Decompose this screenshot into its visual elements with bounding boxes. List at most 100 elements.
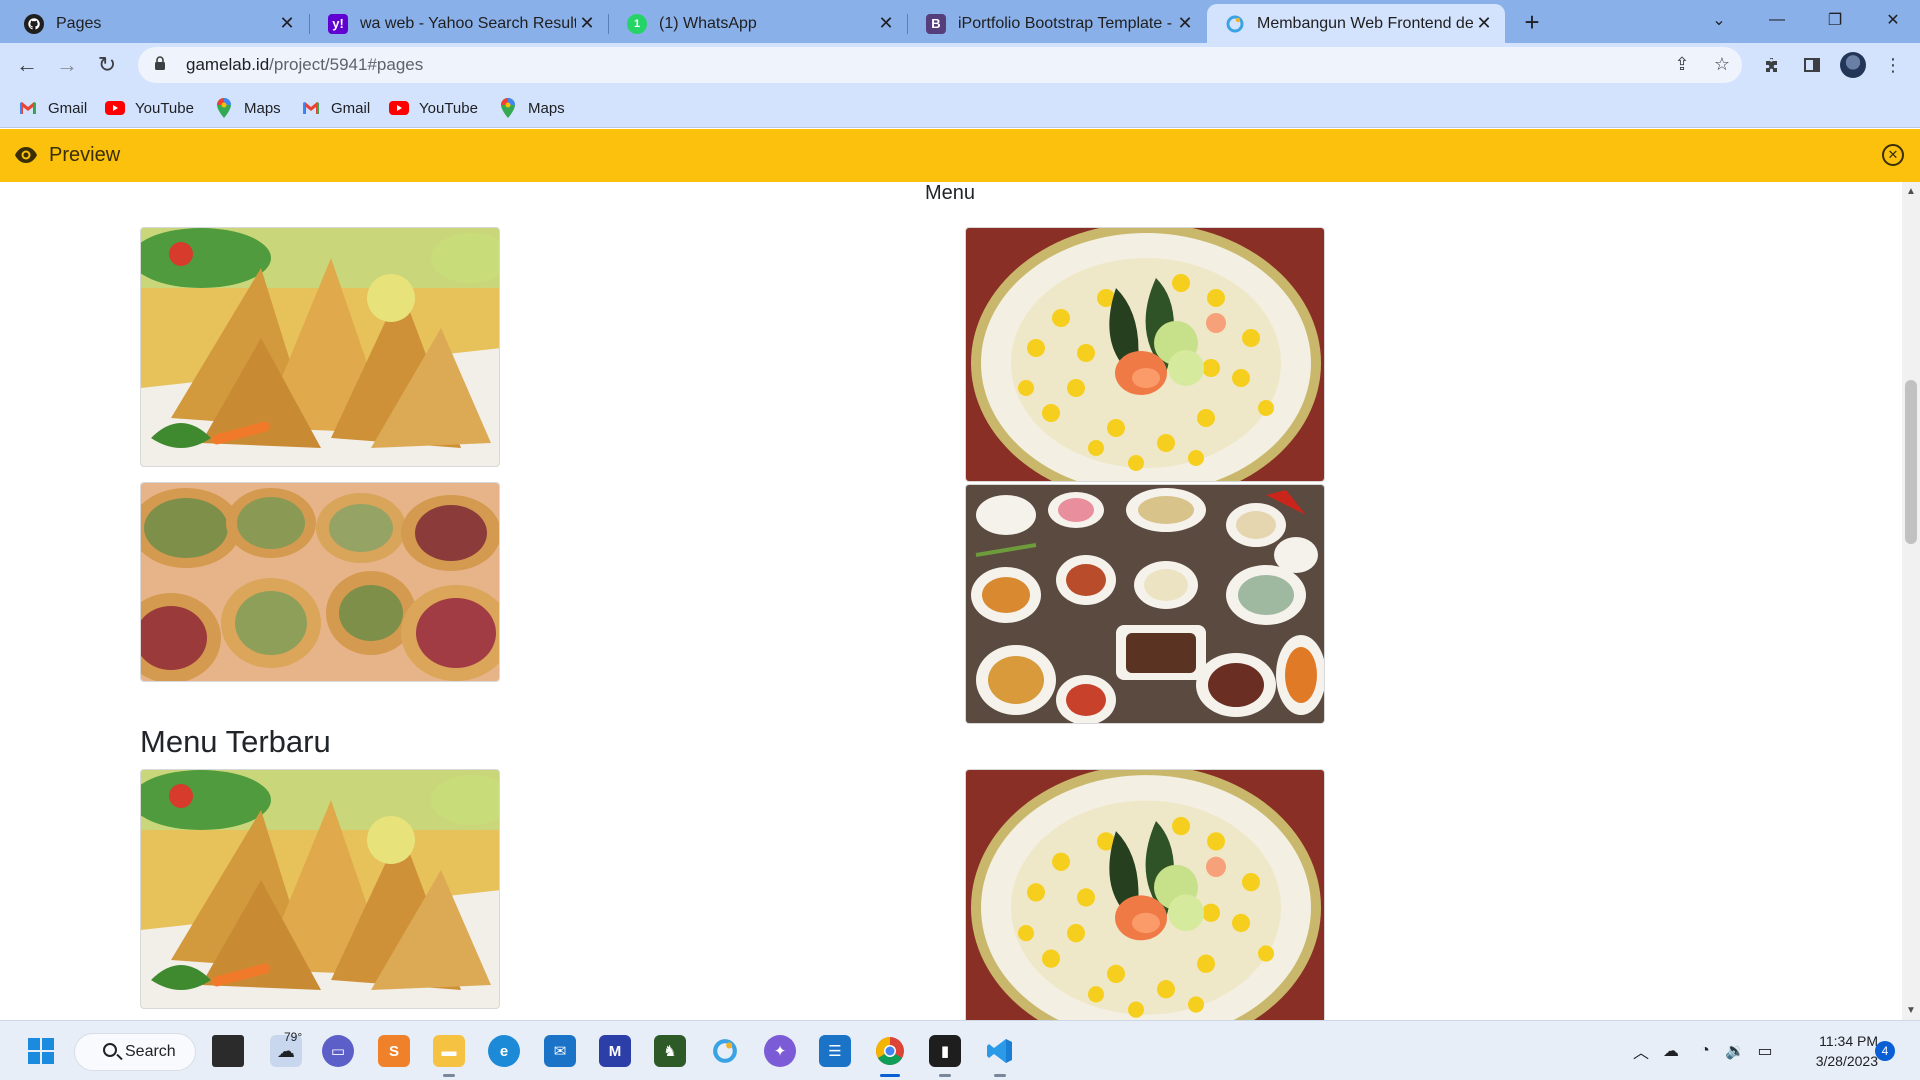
onedrive-icon[interactable]: ☁ [1660, 1039, 1682, 1063]
github-icon [24, 13, 44, 34]
notepad-icon[interactable]: ☰ [819, 1035, 851, 1067]
address-bar[interactable]: gamelab.id /project/5941#pages [138, 47, 1742, 83]
tab-label: Pages [56, 14, 102, 32]
minimize-button[interactable]: — [1748, 0, 1806, 40]
bookmark-star-icon[interactable]: ☆ [1707, 49, 1737, 79]
mail-icon[interactable]: ✉ [544, 1035, 576, 1067]
page-scrollbar[interactable]: ▲ ▼ [1902, 182, 1920, 1020]
bookmark-gmail[interactable]: Gmail [18, 96, 87, 120]
scrollbar-thumb[interactable] [1905, 380, 1917, 544]
tab-label: iPortfolio Bootstrap Template - In [958, 14, 1174, 32]
window-close-button[interactable]: ✕ [1864, 0, 1920, 40]
system-clock[interactable]: 11:34 PM 3/28/2023 [1788, 1031, 1878, 1071]
tab-whatsapp[interactable]: 1 (1) WhatsApp ✕ [609, 4, 907, 43]
close-preview-button[interactable]: ✕ [1882, 144, 1904, 166]
bookmark-label: Gmail [331, 99, 371, 117]
tab-search-icon[interactable]: ⌄ [1690, 0, 1748, 40]
close-icon[interactable]: ✕ [1174, 13, 1196, 35]
close-icon[interactable]: ✕ [875, 13, 897, 35]
samosa-image [140, 227, 500, 467]
extensions-icon[interactable] [1756, 49, 1788, 81]
bookmark-label: YouTube [419, 99, 478, 117]
browser-toolbar: ← → ↻ gamelab.id /project/5941#pages ⇪ ☆… [0, 43, 1920, 87]
copilot-icon[interactable]: ✦ [764, 1035, 796, 1067]
teams-chat-icon[interactable]: ▭ [322, 1035, 354, 1067]
gamelab-app-icon[interactable] [709, 1035, 741, 1067]
tab-pages[interactable]: Pages ✕ [6, 4, 308, 43]
maps-icon [498, 98, 518, 118]
active-indicator [880, 1074, 900, 1077]
lock-icon [154, 56, 174, 74]
wifi-icon[interactable]: ◔ [1694, 1039, 1716, 1063]
scroll-up-icon[interactable]: ▲ [1902, 186, 1920, 197]
sublime-text-icon[interactable]: S [378, 1035, 410, 1067]
bookmark-label: YouTube [135, 99, 194, 117]
bootstrap-icon: B [926, 13, 946, 34]
reload-button[interactable]: ↻ [91, 49, 123, 81]
taskbar: Search ☁ 79° ▭ S ▬ e ✉ M ♞ ✦ ☰ ▮ ︿ ☁ ◔ 🔉… [0, 1020, 1920, 1080]
url-host: gamelab.id [186, 55, 270, 74]
yahoo-icon: y! [328, 13, 348, 34]
preview-bar: Preview ✕ [0, 129, 1920, 182]
task-view-icon[interactable] [212, 1035, 244, 1067]
profile-avatar[interactable] [1837, 49, 1869, 81]
chevron-up-icon[interactable]: ︿ [1630, 1039, 1652, 1063]
bookmark-youtube-2[interactable]: YouTube [389, 96, 478, 120]
share-icon[interactable]: ⇪ [1667, 49, 1697, 79]
scroll-down-icon[interactable]: ▼ [1902, 1005, 1920, 1016]
game-app-icon[interactable]: ♞ [654, 1035, 686, 1067]
close-icon[interactable]: ✕ [576, 13, 598, 35]
clock-date: 3/28/2023 [1815, 1053, 1878, 1069]
vscode-icon[interactable] [984, 1035, 1016, 1067]
url-path: /project/5941#pages [269, 55, 424, 74]
page-viewport: Menu Menu Terbaru [0, 182, 1902, 1020]
gmail-icon [301, 99, 321, 117]
youtube-icon [389, 99, 409, 117]
tab-strip: Pages ✕ y! wa web - Yahoo Search Results… [0, 0, 1920, 43]
bubur-jagung-image-2 [965, 769, 1325, 1020]
bookmark-gmail-2[interactable]: Gmail [301, 96, 370, 120]
running-indicator [994, 1074, 1006, 1077]
youtube-icon [105, 99, 125, 117]
file-explorer-icon[interactable]: ▬ [433, 1035, 465, 1067]
notification-badge[interactable]: 4 [1875, 1041, 1895, 1061]
bookmark-maps-2[interactable]: Maps [498, 96, 565, 120]
search-label: Search [125, 1043, 176, 1060]
tab-yahoo[interactable]: y! wa web - Yahoo Search Results ✕ [310, 4, 608, 43]
forward-button[interactable]: → [51, 49, 83, 81]
bookmark-maps[interactable]: Maps [214, 96, 281, 120]
tab-gamelab[interactable]: Membangun Web Frontend deng ✕ [1207, 4, 1505, 43]
windows-start-icon[interactable] [25, 1035, 57, 1067]
back-button[interactable]: ← [11, 49, 43, 81]
weather-temp: 79° [284, 1030, 303, 1044]
bookmark-label: Maps [528, 99, 565, 117]
more-menu-icon[interactable]: ⋮ [1877, 49, 1909, 81]
tab-label: wa web - Yahoo Search Results [360, 14, 576, 32]
chrome-icon[interactable] [874, 1035, 906, 1067]
running-indicator [443, 1074, 455, 1077]
section-title: Menu Terbaru [140, 724, 331, 759]
restore-button[interactable]: ❐ [1806, 0, 1864, 40]
menu-heading: Menu [924, 182, 976, 204]
search-icon [103, 1043, 117, 1057]
eye-icon [14, 144, 38, 166]
bookmark-label: Gmail [48, 99, 88, 117]
clock-time: 11:34 PM [1819, 1033, 1878, 1049]
close-icon[interactable]: ✕ [1473, 13, 1495, 35]
side-panel-icon[interactable] [1796, 49, 1828, 81]
whiteboard-icon[interactable]: M [599, 1035, 631, 1067]
taskbar-search[interactable]: Search [74, 1033, 196, 1071]
nasi-padang-image [965, 484, 1325, 724]
edge-icon[interactable]: e [488, 1035, 520, 1067]
battery-icon[interactable]: ▭ [1754, 1039, 1776, 1063]
preview-label: Preview [49, 144, 121, 166]
bookmark-label: Maps [244, 99, 281, 117]
new-tab-button[interactable]: + [1516, 7, 1548, 37]
gamelab-icon [1225, 14, 1245, 34]
volume-icon[interactable]: 🔉 [1724, 1039, 1746, 1063]
terminal-icon[interactable]: ▮ [929, 1035, 961, 1067]
close-icon[interactable]: ✕ [276, 13, 298, 35]
tab-iportfolio[interactable]: B iPortfolio Bootstrap Template - In ✕ [908, 4, 1206, 43]
bookmark-youtube[interactable]: YouTube [105, 96, 194, 120]
gmail-icon [18, 99, 38, 117]
